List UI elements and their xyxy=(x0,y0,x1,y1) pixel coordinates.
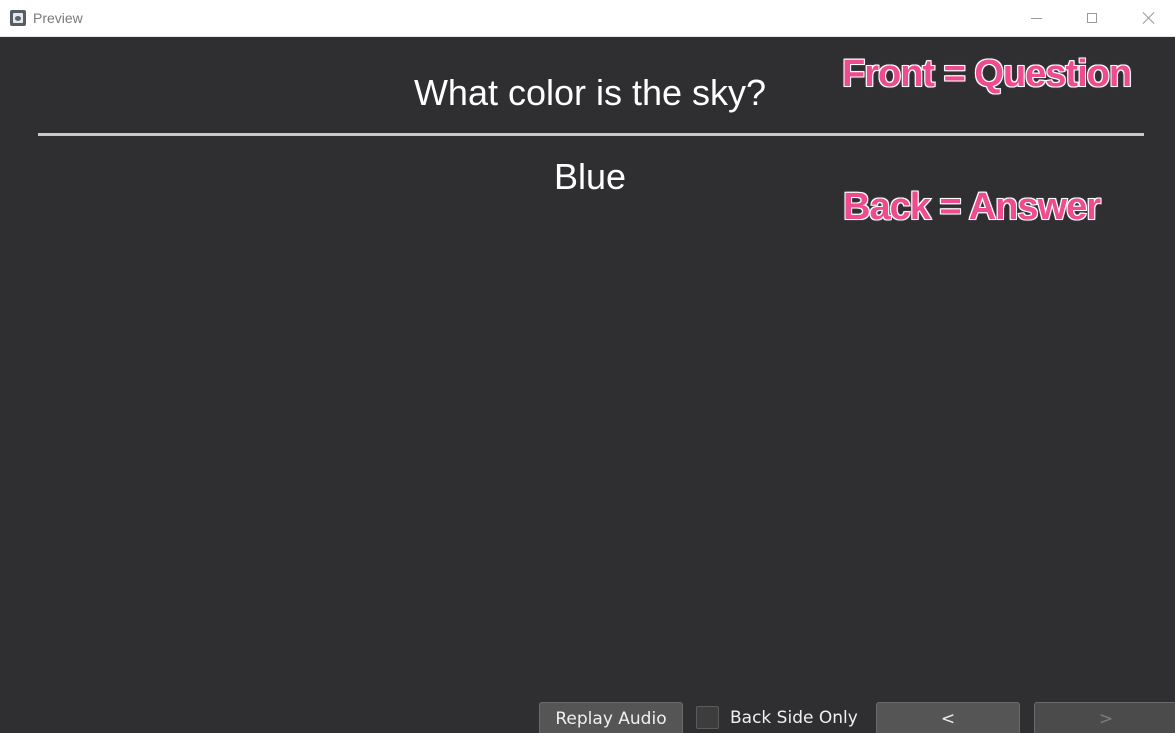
answer-divider xyxy=(38,133,1144,136)
minimize-button[interactable] xyxy=(1013,0,1059,36)
back-side-only-checkbox[interactable] xyxy=(696,706,719,729)
window-title: Preview xyxy=(33,10,83,26)
preview-window: Preview What color is the sky? Blue Fron… xyxy=(0,0,1175,733)
front-annotation: Front = Question xyxy=(841,52,1133,96)
previous-button[interactable]: < xyxy=(876,702,1020,733)
back-side-only-label[interactable]: Back Side Only xyxy=(730,708,858,728)
app-icon xyxy=(10,10,26,26)
back-annotation: Back = Answer xyxy=(842,185,1102,229)
close-icon xyxy=(1142,11,1156,25)
maximize-button[interactable] xyxy=(1069,0,1115,36)
next-button[interactable]: > xyxy=(1034,702,1175,733)
close-button[interactable] xyxy=(1126,0,1172,36)
title-bar[interactable]: Preview xyxy=(0,0,1175,37)
replay-audio-button[interactable]: Replay Audio xyxy=(539,702,683,733)
maximize-icon xyxy=(1087,13,1097,23)
minimize-icon xyxy=(1030,17,1042,19)
